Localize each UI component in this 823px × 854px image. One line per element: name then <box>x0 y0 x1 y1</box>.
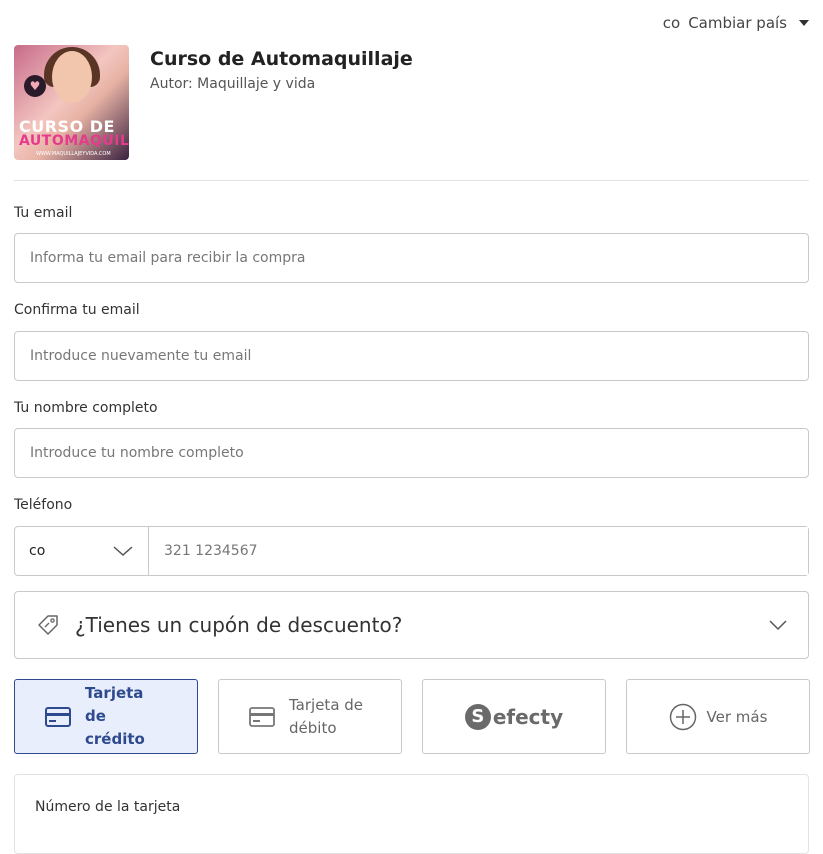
card-number-label: Número de la tarjeta <box>35 799 181 815</box>
coupon-label: ¿Tienes un cupón de descuento? <box>75 613 403 637</box>
email-label: Tu email <box>14 205 73 221</box>
payment-method-credit-card[interactable]: Tarjeta de crédito <box>14 679 198 754</box>
product-summary: ♥ CURSO DE AUTOMAQUILLAJE WWW.MAQUILLAJE… <box>14 45 413 160</box>
credit-card-icon <box>45 706 71 727</box>
payment-method-label: Tarjeta de crédito <box>85 684 145 748</box>
chevron-down-icon <box>113 546 133 557</box>
efecty-logo: Sefecty <box>464 703 563 730</box>
payment-method-label: Ver más <box>706 707 768 726</box>
product-author: Autor: Maquillaje y vida <box>150 76 316 92</box>
change-country-label: Cambiar país <box>688 14 787 32</box>
product-thumbnail: ♥ CURSO DE AUTOMAQUILLAJE WWW.MAQUILLAJE… <box>14 45 129 160</box>
card-details-panel: Número de la tarjeta <box>14 774 809 854</box>
product-title: Curso de Automaquillaje <box>150 48 413 70</box>
payment-method-more[interactable]: Ver más <box>626 679 810 754</box>
heart-icon: ♥ <box>24 75 46 97</box>
country-code: co <box>662 14 681 32</box>
payment-methods: Tarjeta de crédito Tarjeta de débito Sef… <box>14 679 810 754</box>
phone-number-input[interactable] <box>149 527 808 575</box>
confirm-email-field[interactable] <box>14 331 809 381</box>
coupon-accordion[interactable]: ¿Tienes un cupón de descuento? <box>14 591 809 659</box>
caret-down-icon <box>799 20 809 26</box>
phone-label: Teléfono <box>14 497 73 513</box>
email-field[interactable] <box>14 233 809 283</box>
phone-field-group: co <box>14 526 809 576</box>
payment-method-debit-card[interactable]: Tarjeta de débito <box>218 679 402 754</box>
chevron-down-icon <box>769 620 787 631</box>
thumbnail-text-2: AUTOMAQUILLAJE <box>19 133 129 149</box>
debit-card-icon <box>249 706 275 727</box>
plus-circle-icon <box>669 703 696 730</box>
phone-country-select[interactable]: co <box>15 527 149 575</box>
full-name-label: Tu nombre completo <box>14 400 158 416</box>
divider <box>14 180 809 181</box>
full-name-field[interactable] <box>14 428 809 478</box>
change-country-selector[interactable]: co Cambiar país <box>663 14 809 32</box>
payment-method-label: Tarjeta de débito <box>289 695 364 737</box>
thumbnail-footer: WWW.MAQUILLAJEYVIDA.COM <box>36 151 111 157</box>
payment-method-efecty[interactable]: Sefecty <box>422 679 606 754</box>
phone-country-code: co <box>29 543 46 559</box>
confirm-email-label: Confirma tu email <box>14 302 140 318</box>
tag-icon <box>38 615 58 635</box>
